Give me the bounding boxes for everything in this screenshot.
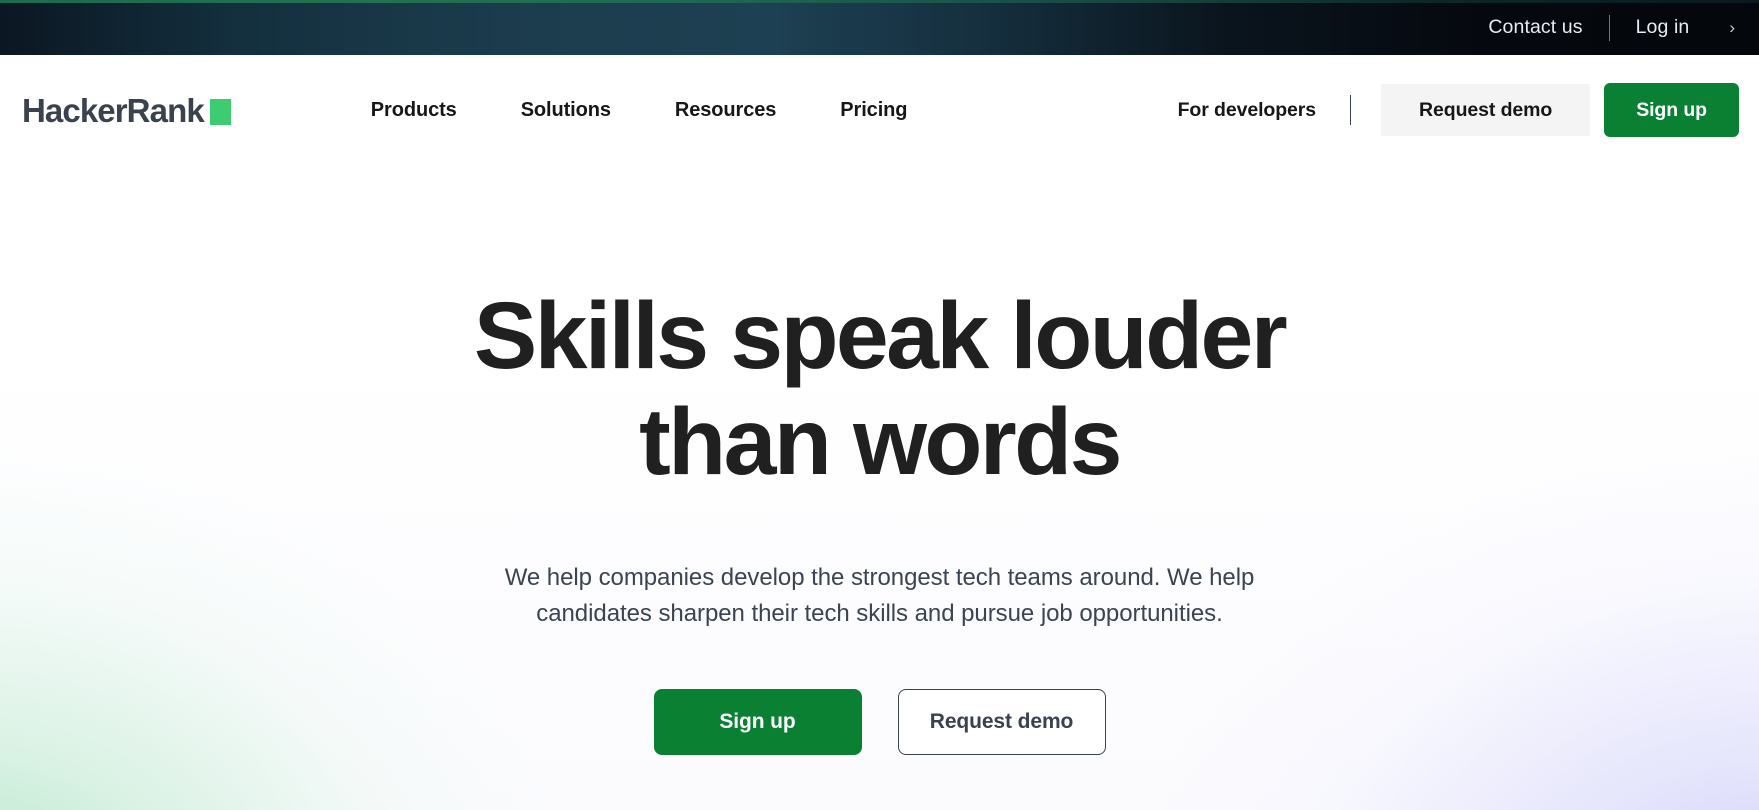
- nav-actions: For developers Request demo Sign up: [1148, 83, 1739, 137]
- hero-content: Skills speak louder than words We help c…: [0, 165, 1759, 810]
- nav-item-pricing[interactable]: Pricing: [808, 99, 939, 122]
- nav-request-demo-button[interactable]: Request demo: [1381, 84, 1591, 136]
- hackerrank-logo[interactable]: HackerRank: [22, 94, 231, 127]
- hero-title-line-1: Skills speak louder: [473, 283, 1288, 389]
- nav-sign-up-button[interactable]: Sign up: [1604, 83, 1739, 137]
- nav-menu: Products Solutions Resources Pricing: [339, 99, 940, 122]
- hero-title: Skills speak louder than words: [473, 283, 1288, 496]
- log-in-link[interactable]: Log in: [1610, 0, 1716, 55]
- nav-item-solutions[interactable]: Solutions: [489, 99, 643, 122]
- hero-title-line-2: than words: [639, 389, 1122, 496]
- utility-links: Contact us Log in ›: [1462, 0, 1739, 55]
- utility-top-bar: Contact us Log in ›: [0, 0, 1759, 55]
- for-developers-link[interactable]: For developers: [1148, 99, 1346, 122]
- contact-us-link[interactable]: Contact us: [1462, 0, 1608, 55]
- hero-cta-group: Sign up Request demo: [653, 688, 1106, 755]
- logo-wordmark: HackerRank: [22, 91, 205, 129]
- top-accent-line: [0, 0, 1759, 3]
- logo-square-icon: [209, 98, 231, 125]
- main-navigation: HackerRank Products Solutions Resources …: [0, 55, 1759, 165]
- hero-request-demo-button[interactable]: Request demo: [897, 688, 1106, 755]
- page-root: Contact us Log in › HackerRank Products …: [0, 0, 1759, 810]
- hero-subtitle: We help companies develop the strongest …: [504, 563, 1255, 628]
- nav-item-products[interactable]: Products: [339, 99, 489, 122]
- chevron-right-icon[interactable]: ›: [1715, 0, 1739, 55]
- nav-item-resources[interactable]: Resources: [643, 99, 808, 122]
- nav-divider: [1350, 95, 1352, 125]
- hero-sign-up-button[interactable]: Sign up: [653, 688, 862, 755]
- hero-section: Skills speak louder than words We help c…: [0, 165, 1759, 810]
